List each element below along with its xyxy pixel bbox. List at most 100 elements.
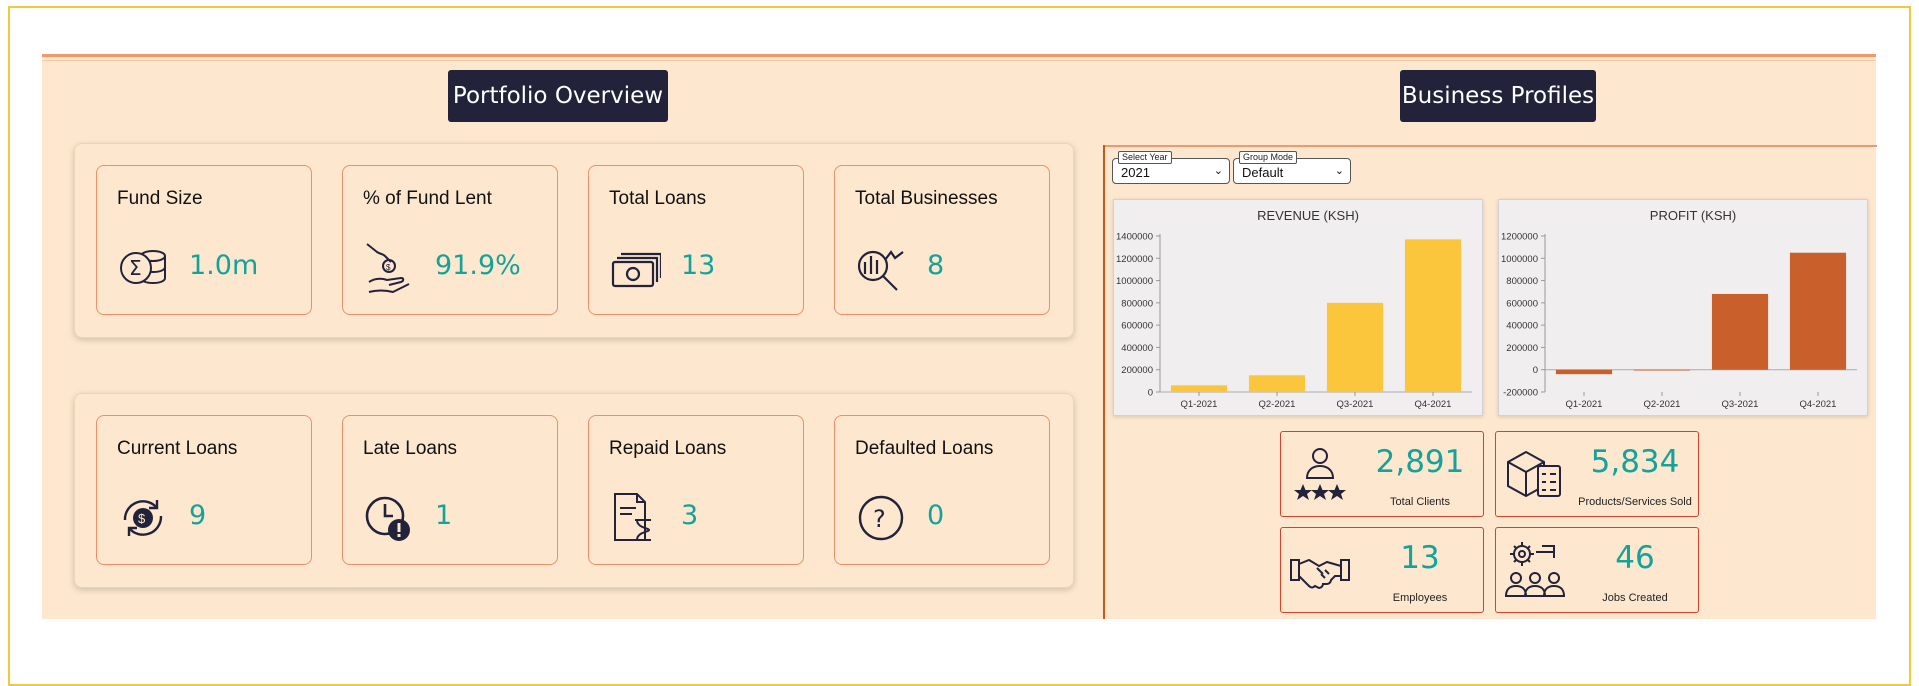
fund-size-card: Fund Size Σ 1.0m	[96, 165, 312, 315]
fund-sum-icon: Σ	[117, 240, 169, 296]
y-tick-label: 800000	[1506, 276, 1538, 287]
bar	[1326, 302, 1384, 392]
x-tick-label: Q4-2021	[1415, 399, 1452, 410]
y-tick-label: 0	[1533, 365, 1538, 376]
chart-title: PROFIT (KSH)	[1650, 208, 1736, 223]
profit-chart-svg: PROFIT (KSH) -200000 0 200000 400000 600000 80…	[1501, 208, 1857, 410]
select-year-value: 2021	[1121, 165, 1150, 180]
products-sold-stat: 5,834 Products/Services Sold	[1495, 431, 1699, 517]
card-title: Late Loans	[363, 438, 458, 459]
refresh-coin-icon: $	[117, 490, 169, 546]
card-title: Fund Size	[117, 188, 203, 209]
total-businesses-card: Total Businesses 8	[834, 165, 1050, 315]
document-hourglass-icon	[609, 490, 661, 546]
card-value: 3	[681, 500, 699, 531]
stat-value: 46	[1615, 540, 1655, 576]
clients-rating-icon	[1287, 444, 1353, 506]
late-loans-card: Late Loans 1	[342, 415, 558, 565]
card-value: 1	[435, 500, 453, 531]
stat-label: Employees	[1392, 592, 1448, 604]
card-title: Repaid Loans	[609, 438, 727, 459]
business-profiles-title: Business Profiles	[1400, 70, 1596, 122]
y-tick-label: 1200000	[1116, 254, 1153, 265]
card-title: % of Fund Lent	[363, 188, 492, 209]
bar	[1404, 239, 1462, 392]
group-mode-legend: Group Mode	[1239, 151, 1298, 164]
handshake-icon	[1287, 540, 1353, 602]
y-tick-label: 1200000	[1501, 232, 1538, 243]
y-tick-label: 600000	[1506, 298, 1538, 309]
bar	[1555, 369, 1613, 375]
y-tick-label: 400000	[1506, 321, 1538, 332]
stat-value: 13	[1400, 540, 1440, 576]
svg-text:?: ?	[873, 505, 886, 533]
chevron-down-icon: ⌄	[1334, 165, 1344, 177]
total-clients-stat: 2,891 Total Clients	[1280, 431, 1484, 517]
card-value: 13	[681, 250, 716, 281]
y-tick-label: 0	[1148, 388, 1153, 399]
business-section-divider	[1103, 145, 1105, 619]
repaid-loans-card: Repaid Loans 3	[588, 415, 804, 565]
clock-alert-icon	[363, 490, 415, 546]
group-mode-value: Default	[1242, 165, 1284, 180]
portfolio-overview-title: Portfolio Overview	[448, 70, 668, 122]
x-tick-label: Q1-2021	[1566, 399, 1603, 410]
y-tick-label: 600000	[1121, 321, 1153, 332]
y-tick-label: 800000	[1121, 298, 1153, 309]
box-checklist-icon	[1502, 444, 1568, 506]
question-circle-icon: ?	[855, 490, 907, 546]
card-title: Total Loans	[609, 188, 707, 209]
total-loans-card: Total Loans 13	[588, 165, 804, 315]
chart-search-icon	[855, 240, 907, 296]
card-title: Current Loans	[117, 438, 238, 459]
current-loans-card: Current Loans $ 9	[96, 415, 312, 565]
x-tick-label: Q2-2021	[1259, 399, 1296, 410]
svg-text:$: $	[138, 511, 146, 526]
select-year-legend: Select Year	[1118, 151, 1172, 164]
svg-text:Σ: Σ	[129, 256, 142, 280]
bar	[1633, 369, 1691, 371]
jobs-created-stat: 46 Jobs Created	[1495, 527, 1699, 613]
stat-label: Total Clients	[1390, 496, 1450, 508]
card-value: 9	[189, 500, 207, 531]
business-section-topline	[1105, 145, 1877, 147]
y-tick-label: 400000	[1121, 343, 1153, 354]
card-value: 1.0m	[189, 250, 259, 281]
y-tick-label: 1400000	[1116, 232, 1153, 243]
bar	[1789, 252, 1847, 370]
card-value: 91.9%	[435, 250, 521, 281]
revenue-chart: REVENUE (KSH) 0 200000 400000 600000 800000 10…	[1113, 199, 1483, 416]
y-tick-label: 1000000	[1116, 276, 1153, 287]
select-year-dropdown[interactable]: Select Year 2021 ⌄	[1112, 151, 1230, 184]
x-tick-label: Q3-2021	[1337, 399, 1374, 410]
chevron-down-icon: ⌄	[1213, 165, 1223, 177]
cash-stack-icon	[609, 240, 663, 296]
bar	[1248, 375, 1306, 392]
y-tick-label: -200000	[1503, 388, 1538, 399]
defaulted-loans-card: Defaulted Loans ? 0	[834, 415, 1050, 565]
gear-team-icon	[1502, 540, 1568, 602]
x-tick-label: Q2-2021	[1644, 399, 1681, 410]
stat-label: Jobs Created	[1602, 592, 1668, 604]
hand-coin-icon: $	[363, 240, 415, 296]
chart-title: REVENUE (KSH)	[1257, 208, 1359, 223]
svg-text:$: $	[386, 263, 391, 272]
profit-chart: PROFIT (KSH) -200000 0 200000 400000 600000 80…	[1498, 199, 1868, 416]
bar	[1170, 385, 1228, 392]
group-mode-dropdown[interactable]: Group Mode Default ⌄	[1233, 151, 1351, 184]
y-tick-label: 1000000	[1501, 254, 1538, 265]
card-value: 8	[927, 250, 945, 281]
x-tick-label: Q4-2021	[1800, 399, 1837, 410]
employees-stat: 13 Employees	[1280, 527, 1484, 613]
x-tick-label: Q3-2021	[1722, 399, 1759, 410]
card-title: Defaulted Loans	[855, 438, 994, 459]
fund-lent-card: % of Fund Lent $ 91.9%	[342, 165, 558, 315]
card-title: Total Businesses	[855, 188, 998, 209]
x-tick-label: Q1-2021	[1181, 399, 1218, 410]
stat-value: 5,834	[1590, 444, 1680, 480]
revenue-chart-svg: REVENUE (KSH) 0 200000 400000 600000 800000 10…	[1116, 208, 1472, 410]
bar	[1711, 293, 1769, 370]
y-tick-label: 200000	[1121, 365, 1153, 376]
stat-label: Products/Services Sold	[1578, 496, 1692, 508]
card-value: 0	[927, 500, 945, 531]
